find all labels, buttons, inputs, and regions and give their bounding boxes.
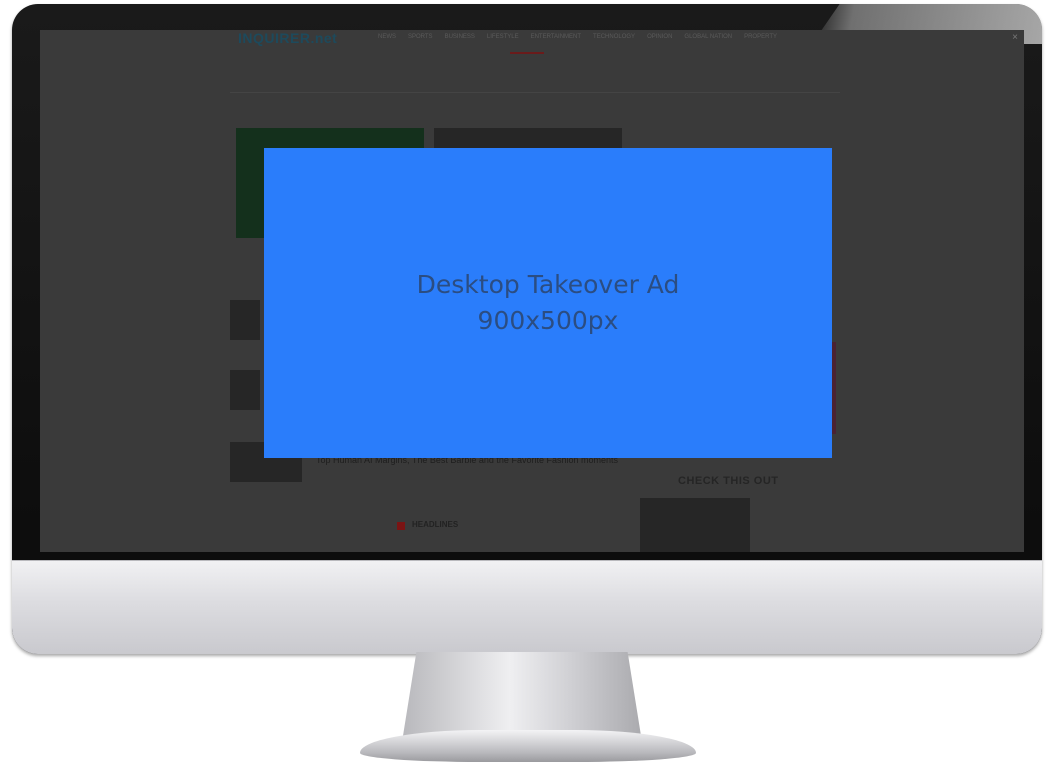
check-this-out-label: CHECK THIS OUT	[678, 475, 779, 487]
nav-item: TECHNOLOGY	[593, 34, 636, 40]
nav-item: ENTERTAINMENT	[530, 34, 582, 40]
nav-item: BUSINESS	[444, 34, 475, 40]
site-header-bar	[230, 56, 840, 93]
nav-item: PROPERTY	[744, 34, 777, 40]
ad-title: Desktop Takeover Ad	[416, 270, 680, 299]
monitor-screen: INQUIRER.net NEWS SPORTS BUSINESS LIFEST…	[40, 30, 1024, 552]
ad-size-label: 900x500px	[477, 306, 619, 335]
monitor-stand-base	[360, 730, 696, 762]
monitor-stand-neck	[402, 652, 642, 742]
close-icon: ×	[1012, 32, 1018, 43]
site-nav: NEWS SPORTS BUSINESS LIFESTYLE ENTERTAIN…	[378, 34, 777, 40]
nav-active-underline	[510, 52, 544, 54]
nav-item: OPINION	[647, 34, 673, 40]
nav-item: LIFESTYLE	[486, 34, 519, 40]
story-thumbnail	[230, 300, 260, 340]
monitor-chin	[12, 560, 1042, 654]
headlines-label: HEADLINES	[412, 520, 459, 529]
site-logo: INQUIRER.net	[238, 30, 338, 46]
nav-item: GLOBAL NATION	[684, 34, 733, 40]
nav-item: NEWS	[378, 34, 396, 40]
desktop-takeover-ad[interactable]: Desktop Takeover Ad 900x500px	[264, 148, 832, 458]
nav-item: SPORTS	[408, 34, 433, 40]
headlines-marker	[397, 522, 405, 530]
story-thumbnail	[230, 370, 260, 410]
desktop-monitor: INQUIRER.net NEWS SPORTS BUSINESS LIFEST…	[12, 4, 1042, 654]
sidebar-image	[640, 498, 750, 552]
